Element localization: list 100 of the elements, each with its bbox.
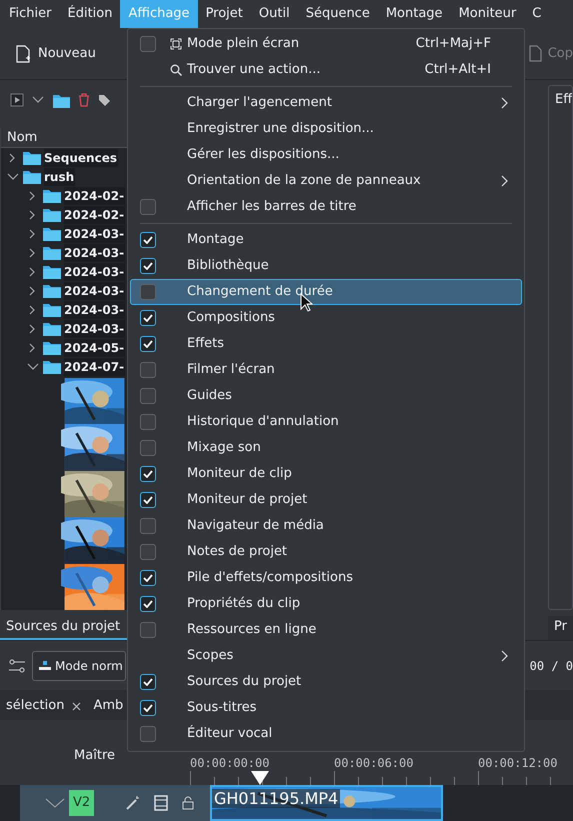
checkmark-icon bbox=[143, 704, 153, 712]
folder-name[interactable]: 2024-03- bbox=[64, 320, 126, 338]
tag-icon bbox=[98, 94, 110, 106]
chevron-icon bbox=[45, 797, 65, 809]
menu-item[interactable]: Afficher les barres de titre bbox=[130, 194, 522, 220]
menu-item[interactable]: Historique d'annulation bbox=[130, 409, 522, 435]
checkbox[interactable] bbox=[140, 388, 156, 404]
menu-item[interactable]: Moniteur de projet bbox=[130, 487, 522, 513]
menu-item[interactable]: Montage bbox=[130, 227, 522, 253]
checkbox[interactable] bbox=[140, 336, 156, 352]
folder-icon bbox=[42, 339, 62, 356]
new-button[interactable]: Nouveau bbox=[14, 38, 98, 68]
mode-dropdown[interactable]: Mode norm bbox=[32, 650, 126, 680]
checkbox[interactable] bbox=[140, 492, 156, 508]
menu-item[interactable]: Pile d'effets/compositions bbox=[130, 565, 522, 591]
checkbox[interactable] bbox=[140, 36, 156, 52]
menu-item[interactable]: Guides bbox=[130, 383, 522, 409]
checkbox[interactable] bbox=[140, 199, 156, 215]
checkbox[interactable] bbox=[140, 440, 156, 456]
menu-item[interactable]: Charger l'agencement bbox=[130, 90, 522, 116]
folder-name[interactable]: rush bbox=[44, 168, 76, 186]
folder-icon bbox=[42, 244, 62, 261]
search-icon bbox=[170, 64, 182, 76]
checkbox[interactable] bbox=[140, 310, 156, 326]
folder-name[interactable]: Sequences bbox=[44, 148, 118, 166]
time-label: 00:00:00:00 bbox=[190, 755, 270, 772]
checkbox[interactable] bbox=[140, 362, 156, 378]
folder-name[interactable]: 2024-03- bbox=[64, 224, 126, 242]
lock-icon[interactable] bbox=[182, 796, 194, 810]
menu-item[interactable]: Compositions bbox=[130, 305, 522, 331]
dock-tab[interactable]: Pr bbox=[548, 616, 573, 640]
menu-item[interactable]: Notes de projet bbox=[130, 539, 522, 565]
close-icon[interactable] bbox=[72, 702, 82, 710]
fullscreen-icon bbox=[170, 38, 182, 50]
checkbox[interactable] bbox=[140, 232, 156, 248]
menu-item[interactable]: Sous-titres bbox=[130, 695, 522, 721]
checkbox[interactable] bbox=[140, 414, 156, 430]
sequence-tab[interactable]: sélection bbox=[0, 690, 88, 720]
menu-item[interactable]: Séquence bbox=[298, 0, 378, 28]
menu-item[interactable]: Gérer les dispositions... bbox=[130, 142, 522, 168]
folder-name[interactable]: 2024-03- bbox=[64, 300, 126, 318]
video-clip[interactable]: GH011195.MP4 bbox=[210, 785, 443, 821]
menu-item[interactable]: Filmer l'écran bbox=[130, 357, 522, 383]
menu-item[interactable]: Ressources en ligne bbox=[130, 617, 522, 643]
sequence-tab[interactable]: Amb bbox=[87, 690, 130, 720]
menu-item[interactable]: Éditeur vocal bbox=[130, 721, 522, 747]
menu-item[interactable]: Moniteur bbox=[450, 0, 524, 28]
film-icon[interactable] bbox=[154, 795, 168, 811]
checkbox[interactable] bbox=[140, 622, 156, 638]
checkbox[interactable] bbox=[140, 570, 156, 586]
menu-item[interactable]: Navigateur de média bbox=[130, 513, 522, 539]
menu-item[interactable]: Orientation de la zone de panneaux bbox=[130, 168, 522, 194]
checkmark-icon bbox=[143, 262, 153, 270]
menu-item[interactable]: Moniteur de clip bbox=[130, 461, 522, 487]
folder-icon bbox=[42, 263, 62, 280]
menu-item[interactable]: Mode plein écran Ctrl+Maj+F bbox=[130, 31, 522, 57]
checkbox[interactable] bbox=[140, 700, 156, 716]
menu-item[interactable]: Bibliothèque bbox=[130, 253, 522, 279]
menu-item[interactable]: Outil bbox=[250, 0, 298, 28]
folder-name[interactable]: 2024-07- bbox=[64, 358, 126, 376]
folder-icon bbox=[42, 320, 62, 337]
menu-item[interactable]: Effets bbox=[130, 331, 522, 357]
folder-name[interactable]: 2024-02- bbox=[64, 206, 126, 224]
checkbox[interactable] bbox=[140, 258, 156, 274]
trash-icon bbox=[78, 93, 90, 107]
checkbox[interactable] bbox=[140, 466, 156, 482]
folder-name[interactable]: 2024-05- bbox=[64, 338, 126, 356]
menu-item[interactable]: Changement de durée bbox=[130, 279, 522, 305]
menu-item[interactable]: C bbox=[524, 0, 550, 28]
folder-icon bbox=[42, 225, 62, 242]
checkbox[interactable] bbox=[140, 726, 156, 742]
checkbox[interactable] bbox=[140, 544, 156, 560]
folder-icon bbox=[22, 149, 42, 166]
menu-item[interactable]: Sources du projet bbox=[130, 669, 522, 695]
wand-icon[interactable] bbox=[126, 796, 140, 810]
play-box-icon bbox=[10, 93, 24, 107]
menu-item[interactable]: Édition bbox=[60, 0, 120, 28]
checkbox[interactable] bbox=[140, 674, 156, 690]
checkmark-icon bbox=[143, 574, 153, 582]
shortcut-label: Ctrl+Maj+F bbox=[416, 35, 492, 54]
menu-item[interactable]: Mixage son bbox=[130, 435, 522, 461]
folder-name[interactable]: 2024-03- bbox=[64, 282, 126, 300]
menu-item[interactable]: Enregistrer une disposition... bbox=[130, 116, 522, 142]
folder-name[interactable]: 2024-02- bbox=[64, 186, 126, 204]
menu-item[interactable]: Scopes bbox=[130, 643, 522, 669]
checkbox[interactable] bbox=[140, 518, 156, 534]
clip-name: GH011195.MP4 bbox=[212, 789, 340, 808]
menu-item[interactable]: Projet bbox=[198, 0, 251, 28]
shortcut-label: Ctrl+Alt+I bbox=[424, 61, 492, 80]
menu-item[interactable]: Fichier bbox=[1, 0, 60, 28]
menu-item[interactable]: Montage bbox=[378, 0, 451, 28]
folder-name[interactable]: 2024-03- bbox=[64, 262, 126, 280]
checkbox[interactable] bbox=[140, 596, 156, 612]
menu-item[interactable]: Propriétés du clip bbox=[130, 591, 522, 617]
menu-item[interactable]: Trouver une action... Ctrl+Alt+I bbox=[130, 57, 522, 83]
folder-icon bbox=[42, 358, 62, 375]
checkbox[interactable] bbox=[140, 284, 156, 300]
folder-icon bbox=[42, 187, 62, 204]
time-label: 00:00:06:00 bbox=[334, 755, 414, 772]
folder-name[interactable]: 2024-03- bbox=[64, 244, 126, 262]
